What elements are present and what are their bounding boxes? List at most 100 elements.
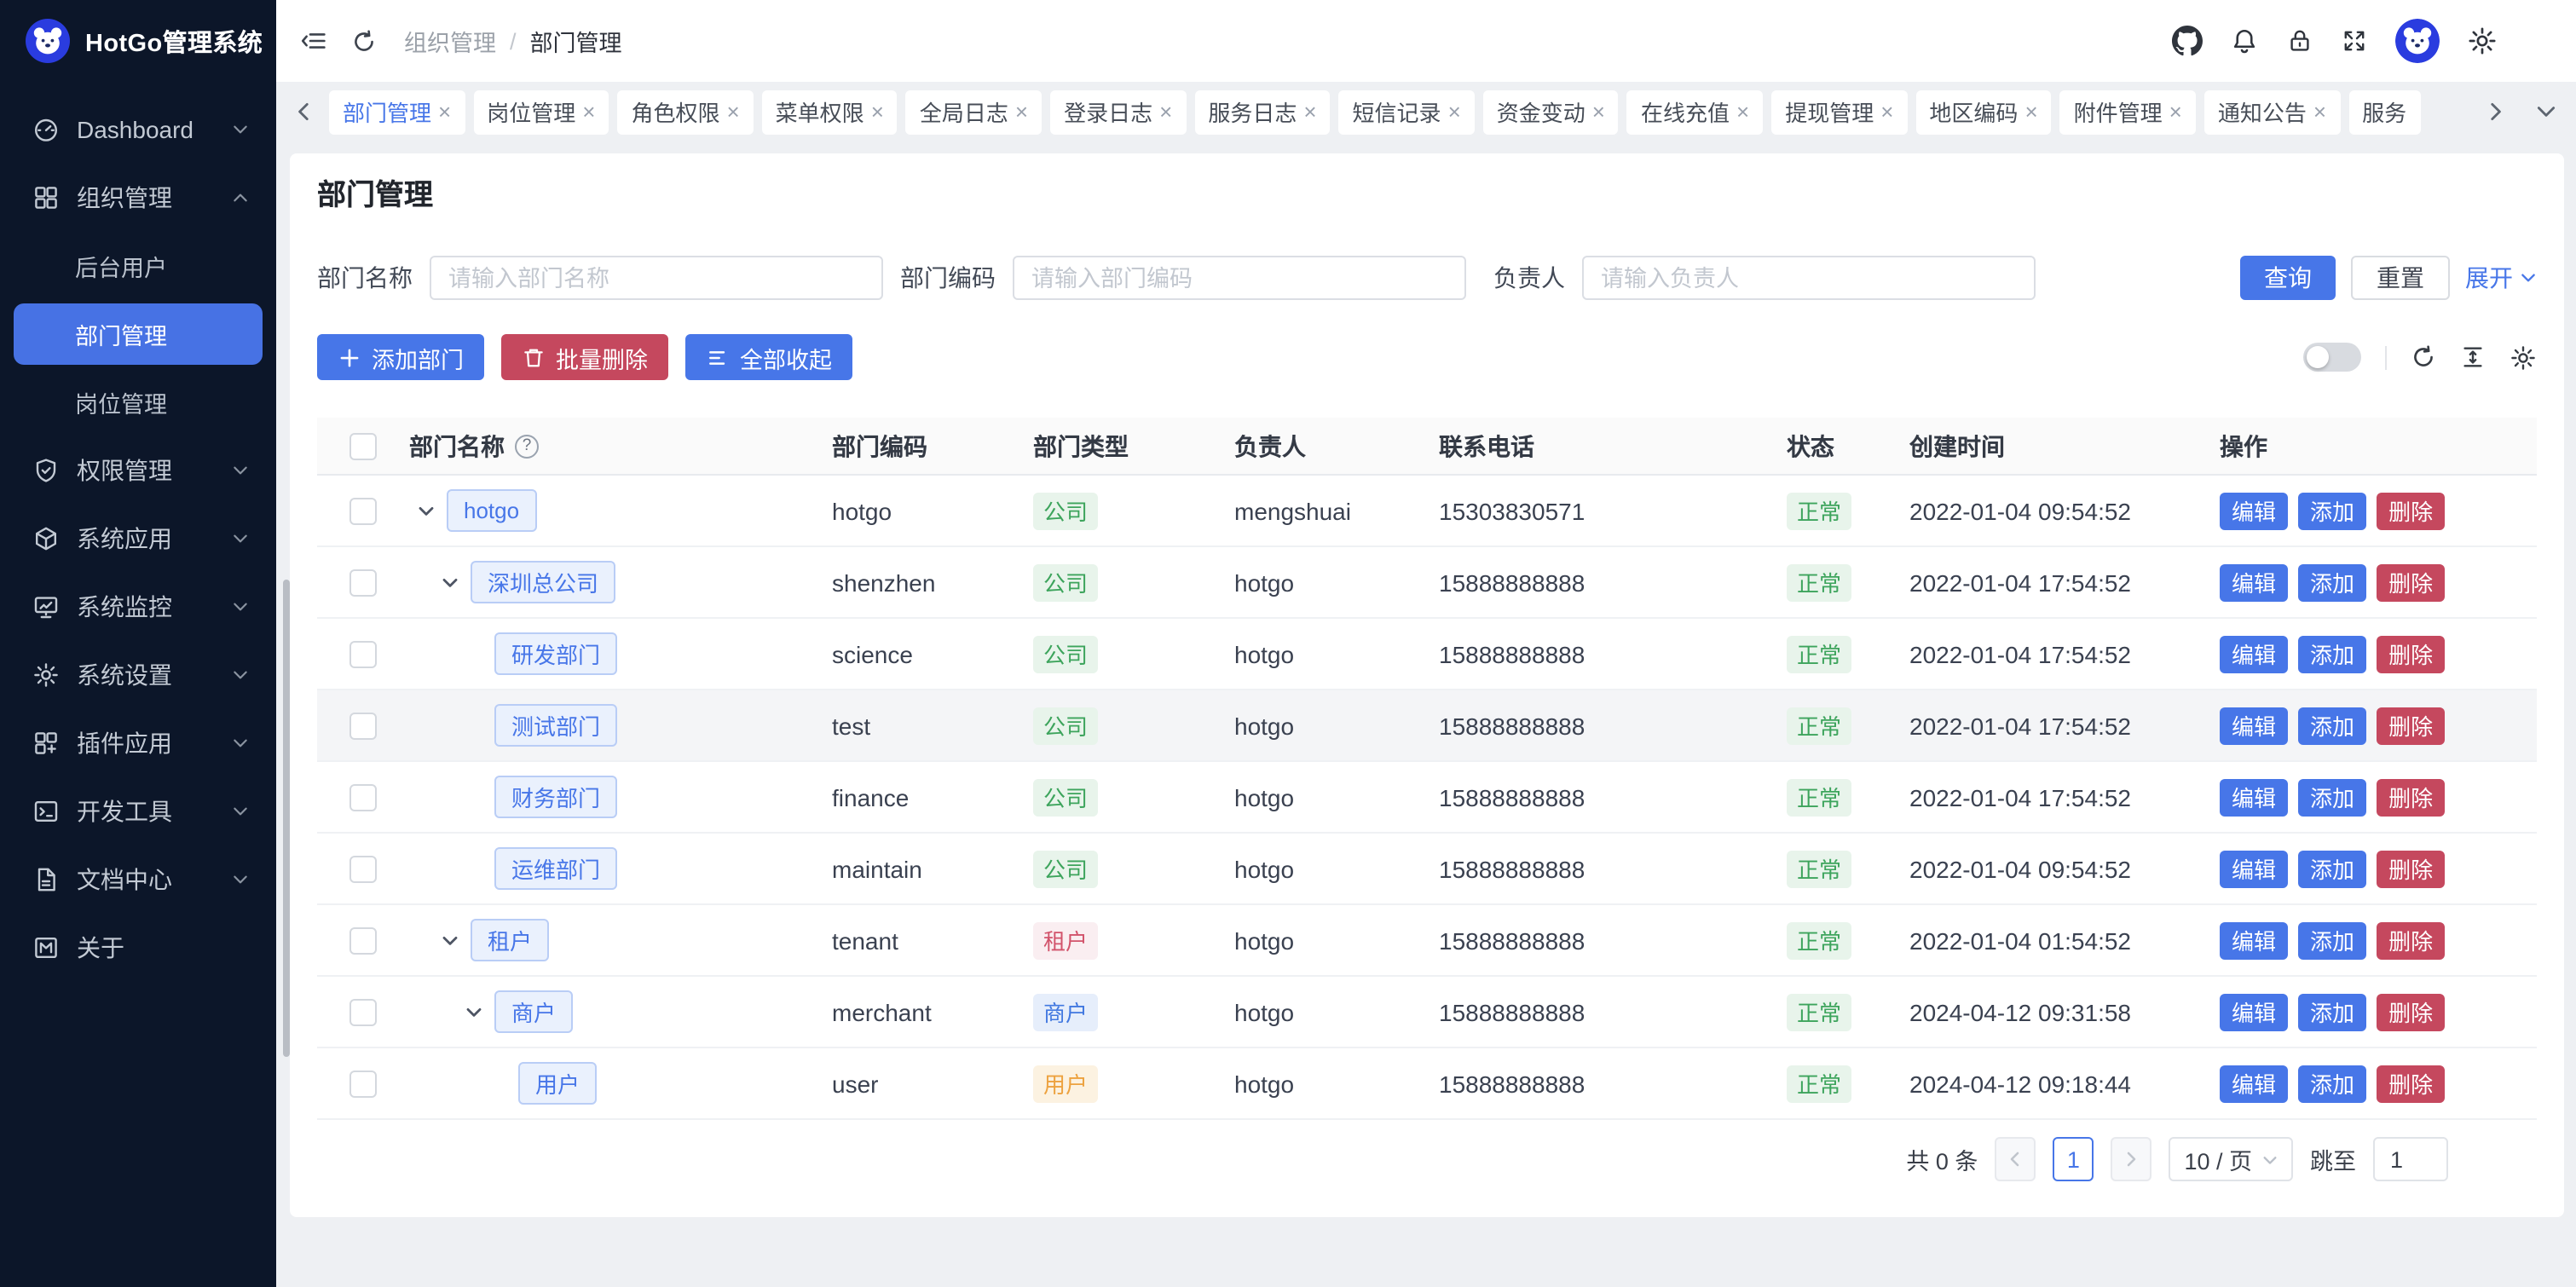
dept-code-input[interactable] (1013, 256, 1466, 300)
tab-online-recharge[interactable]: 在线充值× (1627, 89, 1763, 134)
add-button[interactable]: 添加 (2298, 921, 2366, 959)
github-icon[interactable] (2172, 26, 2203, 56)
jump-page-input[interactable] (2373, 1137, 2448, 1181)
row-checkbox[interactable] (349, 1070, 377, 1097)
row-checkbox[interactable] (349, 998, 377, 1025)
add-button[interactable]: 添加 (2298, 1065, 2366, 1102)
add-button[interactable]: 添加 (2298, 778, 2366, 816)
edit-button[interactable]: 编辑 (2220, 921, 2288, 959)
tree-expand-caret-icon[interactable] (440, 572, 460, 592)
tab-close-icon[interactable]: × (1448, 100, 1461, 122)
next-page-button[interactable] (2111, 1137, 2151, 1181)
delete-button[interactable]: 删除 (2377, 778, 2445, 816)
page-size-select[interactable]: 10 / 页 (2169, 1137, 2293, 1181)
sidebar-item-plugin-app[interactable]: 插件应用 (0, 709, 276, 777)
delete-button[interactable]: 删除 (2377, 492, 2445, 529)
sidebar-item-system-settings[interactable]: 系统设置 (0, 641, 276, 709)
tabs-scroll-right-icon[interactable] (2484, 101, 2506, 123)
tree-expand-caret-icon[interactable] (440, 930, 460, 950)
tab-global-log[interactable]: 全局日志× (906, 89, 1042, 134)
sidebar-item-system-monitor[interactable]: 系统监控 (0, 573, 276, 641)
tab-notice[interactable]: 通知公告× (2204, 89, 2340, 134)
sidebar-item-dev-tools[interactable]: 开发工具 (0, 777, 276, 845)
reload-table-icon[interactable] (2411, 344, 2436, 370)
edit-button[interactable]: 编辑 (2220, 563, 2288, 601)
row-checkbox[interactable] (349, 855, 377, 882)
prev-page-button[interactable] (1995, 1137, 2036, 1181)
tab-close-icon[interactable]: × (1303, 100, 1316, 122)
dept-name-input[interactable] (430, 256, 883, 300)
tab-funds-change[interactable]: 资金变动× (1483, 89, 1619, 134)
app-logo[interactable]: HotGo管理系统 (0, 0, 276, 82)
tabs-dropdown-icon[interactable] (2535, 101, 2557, 123)
user-avatar[interactable] (2395, 19, 2440, 63)
delete-button[interactable]: 删除 (2377, 993, 2445, 1030)
collapse-all-button[interactable]: 全部收起 (685, 334, 852, 380)
reset-button[interactable]: 重置 (2351, 256, 2450, 300)
tabs-scroll-left-icon[interactable] (293, 101, 315, 123)
edit-button[interactable]: 编辑 (2220, 993, 2288, 1030)
add-button[interactable]: 添加 (2298, 492, 2366, 529)
edit-button[interactable]: 编辑 (2220, 850, 2288, 887)
tab-close-icon[interactable]: × (582, 100, 595, 122)
sidebar-subitem-department-management[interactable]: 部门管理 (14, 303, 263, 365)
bell-icon[interactable] (2230, 26, 2259, 55)
edit-button[interactable]: 编辑 (2220, 778, 2288, 816)
tree-expand-caret-icon[interactable] (464, 1001, 484, 1022)
help-circle-icon[interactable]: ? (515, 434, 539, 458)
tab-menu-permission[interactable]: 菜单权限× (762, 89, 898, 134)
sidebar-item-about[interactable]: 关于 (0, 914, 276, 982)
row-checkbox[interactable] (349, 926, 377, 954)
query-button[interactable]: 查询 (2240, 256, 2336, 300)
add-department-button[interactable]: 添加部门 (317, 334, 484, 380)
add-button[interactable]: 添加 (2298, 563, 2366, 601)
tab-close-icon[interactable]: × (1159, 100, 1172, 122)
row-checkbox[interactable] (349, 568, 377, 596)
tab-close-icon[interactable]: × (438, 100, 451, 122)
tab-withdraw-management[interactable]: 提现管理× (1771, 89, 1907, 134)
sidebar-subitem-backend-users[interactable]: 后台用户 (0, 232, 276, 300)
select-all-checkbox[interactable] (349, 432, 377, 459)
sidebar-item-doc-center[interactable]: 文档中心 (0, 845, 276, 914)
edit-button[interactable]: 编辑 (2220, 1065, 2288, 1102)
add-button[interactable]: 添加 (2298, 635, 2366, 672)
sidebar-item-permission[interactable]: 权限管理 (0, 436, 276, 505)
delete-button[interactable]: 删除 (2377, 850, 2445, 887)
owner-input[interactable] (1582, 256, 2036, 300)
breadcrumb-parent[interactable]: 组织管理 (404, 24, 496, 58)
page-1-button[interactable]: 1 (2053, 1137, 2094, 1181)
sidebar-subitem-post-management[interactable]: 岗位管理 (0, 368, 276, 436)
tab-attachment-management[interactable]: 附件管理× (2060, 89, 2196, 134)
tab-region-code[interactable]: 地区编码× (1915, 89, 2051, 134)
batch-delete-button[interactable]: 批量删除 (501, 334, 668, 380)
row-checkbox[interactable] (349, 640, 377, 667)
striped-toggle[interactable] (2303, 343, 2361, 372)
expand-link[interactable]: 展开 (2465, 261, 2537, 295)
delete-button[interactable]: 删除 (2377, 1065, 2445, 1102)
tab-close-icon[interactable]: × (2169, 100, 2182, 122)
tab-service-log[interactable]: 服务日志× (1194, 89, 1330, 134)
column-settings-gear-icon[interactable] (2510, 343, 2537, 371)
tab-post-management[interactable]: 岗位管理× (473, 89, 609, 134)
tab-sms-record[interactable]: 短信记录× (1339, 89, 1475, 134)
tab-close-icon[interactable]: × (2313, 100, 2326, 122)
density-icon[interactable] (2460, 344, 2486, 370)
row-checkbox[interactable] (349, 783, 377, 811)
tab-close-icon[interactable]: × (1015, 100, 1028, 122)
sidebar-item-organization[interactable]: 组织管理 (0, 164, 276, 232)
row-checkbox[interactable] (349, 712, 377, 739)
tab-login-log[interactable]: 登录日志× (1050, 89, 1186, 134)
breadcrumb-current[interactable]: 部门管理 (530, 24, 622, 58)
add-button[interactable]: 添加 (2298, 707, 2366, 744)
edit-button[interactable]: 编辑 (2220, 492, 2288, 529)
delete-button[interactable]: 删除 (2377, 635, 2445, 672)
sidebar-item-system-app[interactable]: 系统应用 (0, 505, 276, 573)
scrollbar-thumb[interactable] (283, 580, 290, 1057)
tab-close-icon[interactable]: × (1880, 100, 1893, 122)
delete-button[interactable]: 删除 (2377, 707, 2445, 744)
tab-close-icon[interactable]: × (2024, 100, 2037, 122)
delete-button[interactable]: 删除 (2377, 921, 2445, 959)
tree-expand-caret-icon[interactable] (416, 500, 436, 521)
tab-role-permission[interactable]: 角色权限× (617, 89, 753, 134)
tab-close-icon[interactable]: × (726, 100, 739, 122)
